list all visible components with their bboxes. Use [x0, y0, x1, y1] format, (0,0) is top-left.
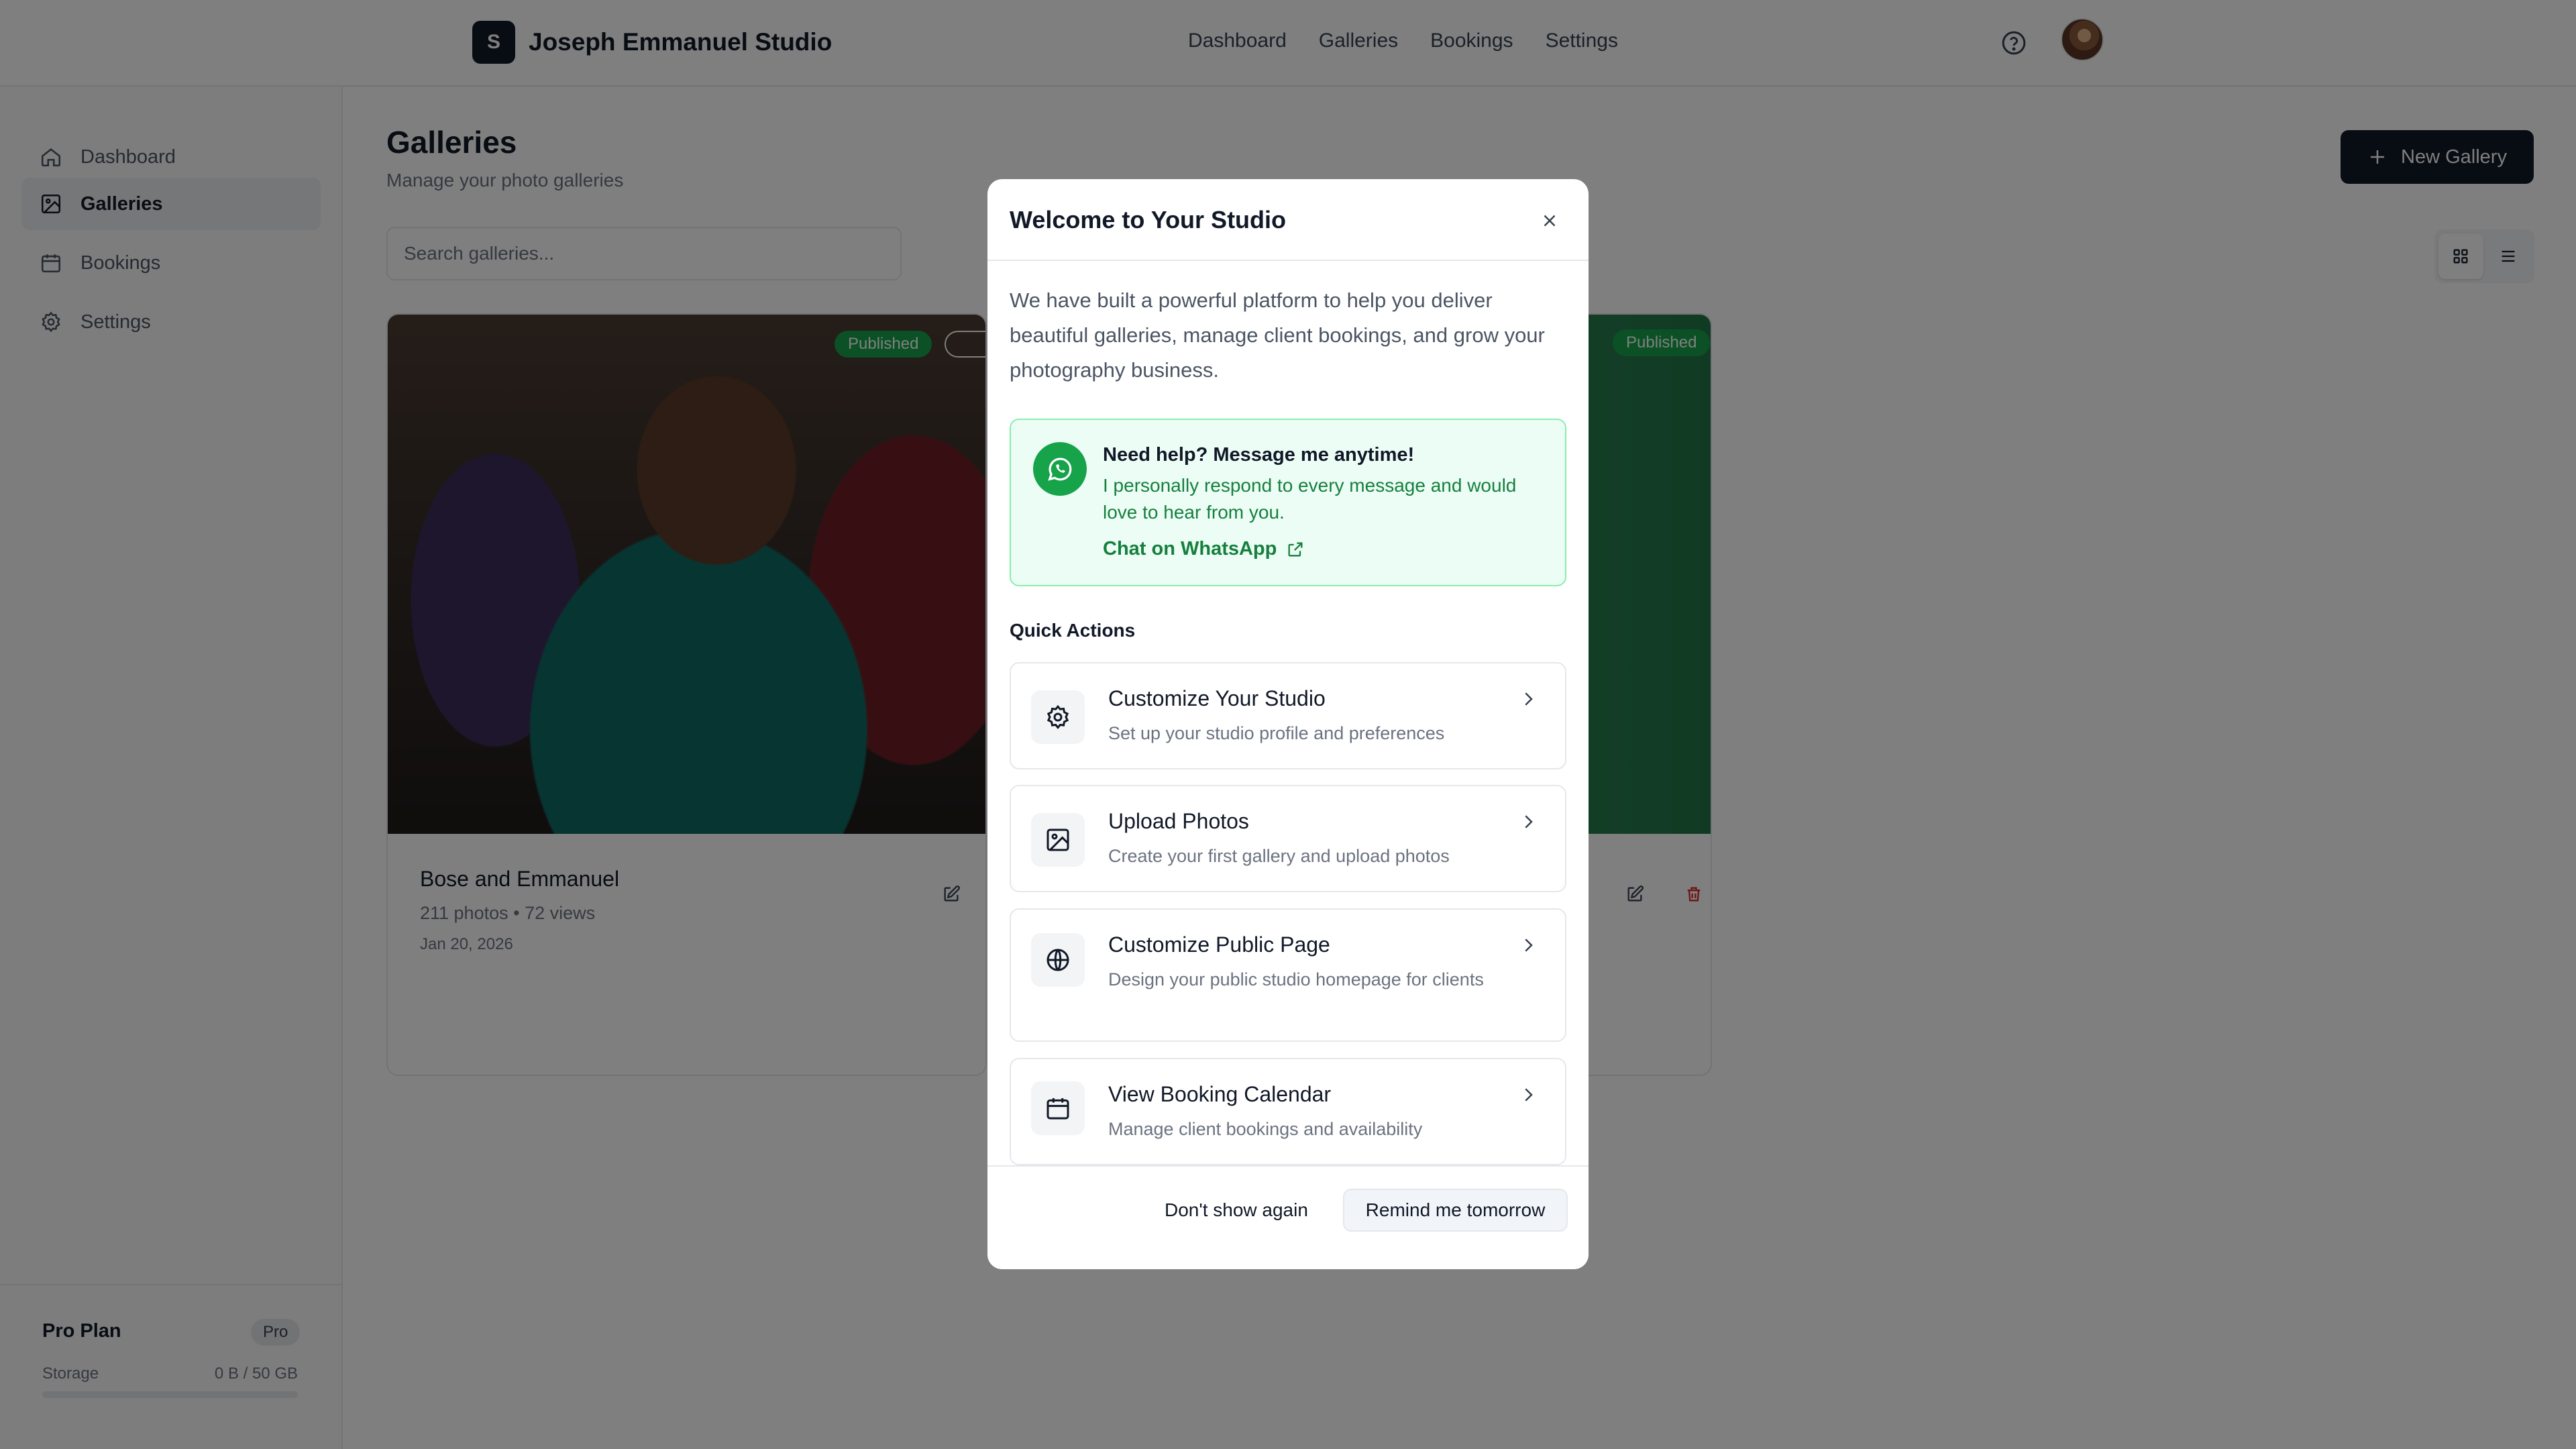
whatsapp-title: Need help? Message me anytime!	[1103, 444, 1415, 466]
chat-on-whatsapp-link[interactable]: Chat on WhatsApp	[1103, 538, 1305, 560]
quick-action-desc: Create your first gallery and upload pho…	[1108, 846, 1450, 866]
modal-title: Welcome to Your Studio	[1010, 206, 1287, 233]
quick-action-desc: Set up your studio profile and preferenc…	[1108, 723, 1445, 743]
calendar-icon	[1031, 1081, 1085, 1135]
whatsapp-body: I personally respond to every message an…	[1103, 475, 1517, 523]
whatsapp-icon	[1033, 442, 1087, 496]
quick-actions-heading: Quick Actions	[1010, 620, 1136, 641]
whatsapp-help-box: Need help? Message me anytime! I persona…	[1010, 419, 1566, 586]
modal-intro: We have built a powerful platform to hel…	[1010, 288, 1545, 382]
quick-action-title: Customize Your Studio	[1108, 686, 1326, 710]
close-icon[interactable]	[1536, 207, 1563, 234]
globe-icon	[1031, 933, 1085, 987]
quick-action-desc: Design your public studio homepage for c…	[1108, 969, 1484, 989]
chevron-right-icon	[1525, 692, 1533, 706]
chevron-right-icon	[1525, 815, 1533, 828]
quick-action-view-booking-calendar[interactable]: View Booking Calendar Manage client book…	[1010, 1058, 1566, 1165]
dont-show-again-button[interactable]: Don't show again	[1148, 1189, 1324, 1232]
external-link-icon	[1288, 542, 1303, 556]
chevron-right-icon	[1525, 938, 1533, 952]
quick-action-title: View Booking Calendar	[1108, 1082, 1332, 1106]
whatsapp-link-label: Chat on WhatsApp	[1103, 538, 1277, 559]
quick-action-customize-studio[interactable]: Customize Your Studio Set up your studio…	[1010, 662, 1566, 769]
gear-icon	[1031, 690, 1085, 744]
modal-header: Welcome to Your Studio	[987, 179, 1589, 261]
quick-action-desc: Manage client bookings and availability	[1108, 1119, 1423, 1139]
remind-tomorrow-button[interactable]: Remind me tomorrow	[1343, 1189, 1568, 1232]
modal-footer: Don't show again Remind me tomorrow	[987, 1165, 1589, 1269]
quick-action-title: Upload Photos	[1108, 809, 1249, 833]
welcome-modal: Welcome to Your Studio We have built a p…	[987, 179, 1589, 1269]
quick-action-title: Customize Public Page	[1108, 932, 1330, 957]
chevron-right-icon	[1525, 1088, 1533, 1102]
image-icon	[1031, 813, 1085, 867]
quick-action-customize-public-page[interactable]: Customize Public Page Design your public…	[1010, 908, 1566, 1042]
quick-action-upload-photos[interactable]: Upload Photos Create your first gallery …	[1010, 785, 1566, 892]
